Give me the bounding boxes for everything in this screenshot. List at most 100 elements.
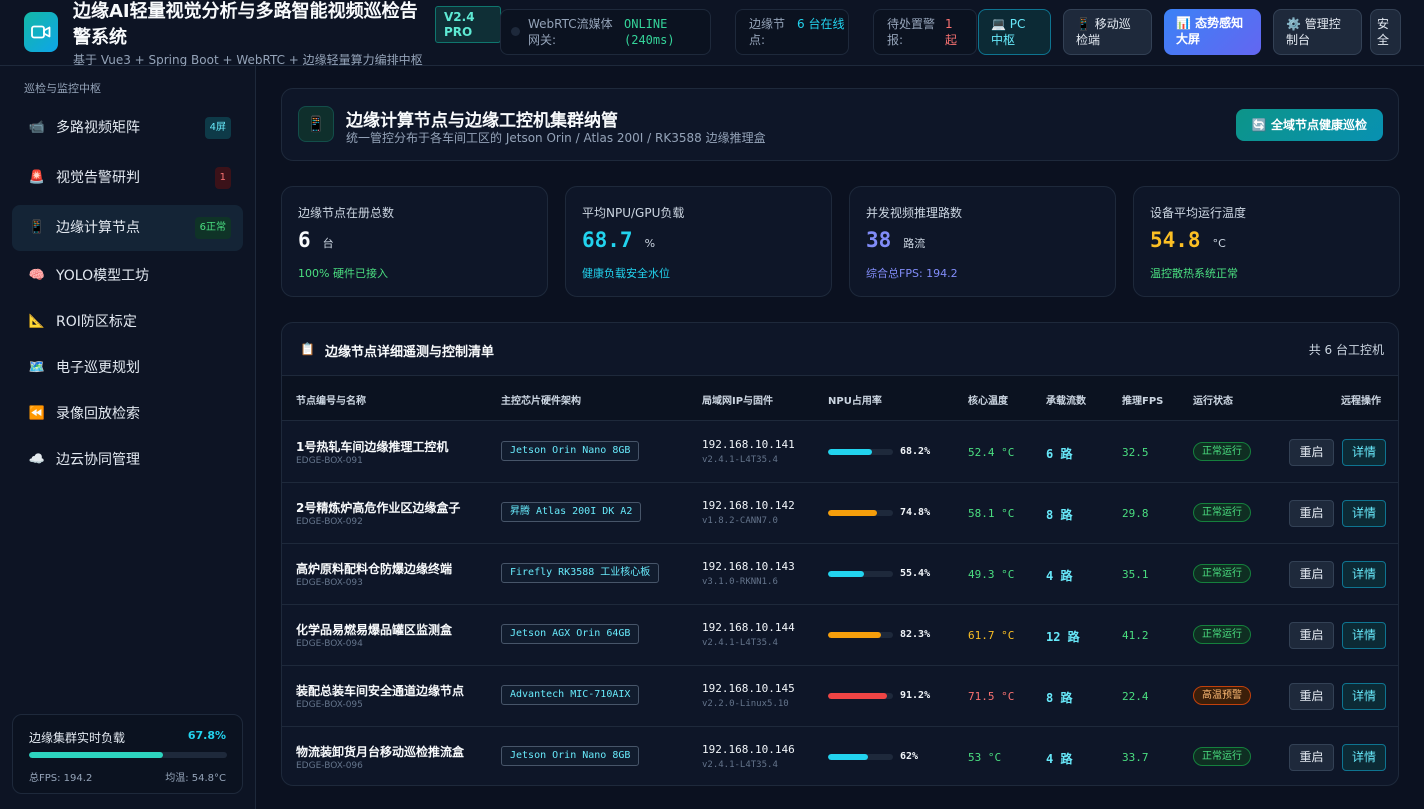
table-row: 物流装卸货月台移动巡检推流盒 EDGE-BOX-096 Jetson Orin Na…: [282, 727, 1398, 785]
node-ip: 192.168.10.146: [702, 743, 795, 756]
sidebar-item-label: YOLO模型工坊: [56, 268, 150, 284]
health-scan-button[interactable]: 🔄 全域节点健康巡检: [1235, 109, 1383, 141]
security-button[interactable]: 安全: [1370, 9, 1401, 55]
table-row: 装配总装车间安全通道边缘节点 EDGE-BOX-095 Advantech MIC-…: [282, 666, 1398, 727]
detail-button[interactable]: 详情: [1342, 683, 1386, 710]
node-firmware: v3.1.0-RKNN1.6: [702, 577, 778, 587]
node-id: EDGE-BOX-091: [296, 456, 363, 466]
chip-badge: Advantech MIC-710AIX: [501, 685, 640, 705]
cluster-load-card: 边缘集群实时负载 67.8% 总FPS: 194.2 均温: 54.8°C: [12, 714, 243, 794]
detail-button[interactable]: 详情: [1342, 561, 1386, 588]
sidebar-item-alarm-review[interactable]: 🚨 视觉告警研判 1: [12, 155, 243, 201]
rewind-icon: ⏪: [28, 406, 46, 421]
sidebar-item-label: ROI防区标定: [56, 314, 137, 330]
sidebar-badge: 6正常: [194, 217, 231, 239]
restart-button[interactable]: 重启: [1289, 500, 1334, 527]
sidebar-item-label: 视觉告警研判: [56, 170, 140, 186]
stream-count: 12 路: [1046, 630, 1080, 644]
sidebar-item-label: 电子巡更规划: [56, 360, 140, 376]
table-row: 2号精炼炉高危作业区边缘盒子 EDGE-BOX-092 昇腾 Atlas 200I …: [282, 483, 1398, 544]
cluster-total-fps: 总FPS: 194.2: [29, 773, 93, 784]
pc-hub-button[interactable]: 💻 PC 中枢: [978, 9, 1051, 55]
node-id: EDGE-BOX-094: [296, 639, 363, 649]
core-temp: 61.7 °C: [968, 629, 1015, 642]
kpi-label: 边缘节点在册总数: [298, 206, 395, 220]
core-temp: 71.5 °C: [968, 690, 1015, 703]
app-logo: [24, 12, 58, 52]
bigscreen-button[interactable]: 📊 态势感知大屏: [1164, 9, 1261, 55]
node-name: 2号精炼炉高危作业区边缘盒子: [296, 501, 461, 515]
sidebar-item-playback[interactable]: ⏪ 录像回放检索: [12, 391, 243, 437]
sidebar-item-edge-cloud[interactable]: ☁️ 边云协同管理: [12, 437, 243, 483]
top-header: 边缘AI轻量视觉分析与多路智能视频巡检告警系统 基于 Vue3 + Spring…: [0, 0, 1424, 67]
restart-button[interactable]: 重启: [1289, 622, 1334, 649]
node-firmware: v1.8.2-CANN7.0: [702, 516, 778, 526]
mobile-inspection-button[interactable]: 📱 移动巡检端: [1063, 9, 1152, 55]
column-header: 运行状态: [1193, 396, 1233, 407]
ruler-triangle-icon: 📐: [28, 314, 46, 329]
kpi-footnote: 100% 硬件已接入: [298, 267, 388, 280]
cctv-icon: 📹: [28, 120, 46, 135]
device-icon: 📱: [298, 106, 334, 142]
npu-usage-bar: [828, 449, 893, 455]
sidebar-item-label: 边云协同管理: [56, 452, 140, 468]
restart-button[interactable]: 重启: [1289, 683, 1334, 710]
sidebar-item-patrol-planning[interactable]: 🗺️ 电子巡更规划: [12, 345, 243, 391]
npu-usage-fill: [828, 754, 869, 760]
status-badge: 正常运行: [1193, 442, 1251, 461]
kpi-card-avg-temp: 设备平均运行温度 54.8 °C 温控散热系统正常: [1133, 186, 1400, 297]
cluster-load-title: 边缘集群实时负载: [29, 731, 126, 745]
kpi-label: 平均NPU/GPU负载: [582, 206, 685, 220]
sidebar-item-yolo-models[interactable]: 🧠 YOLO模型工坊: [12, 253, 243, 299]
npu-usage-value: 91.2%: [900, 690, 931, 701]
detail-button[interactable]: 详情: [1342, 744, 1386, 771]
kpi-label: 并发视频推理路数: [866, 206, 963, 220]
cluster-load-fill: [29, 752, 164, 758]
stream-count: 4 路: [1046, 752, 1073, 766]
npu-usage-fill: [828, 693, 888, 699]
node-id: EDGE-BOX-096: [296, 761, 363, 771]
section-header: 📱 边缘计算节点与边缘工控机集群纳管 统一管控分布于各车间工区的 Jetson …: [281, 88, 1399, 161]
stream-count: 8 路: [1046, 691, 1073, 705]
npu-usage-value: 55.4%: [900, 568, 931, 579]
chip-badge: Jetson AGX Orin 64GB: [501, 624, 640, 644]
admin-console-button[interactable]: ⚙️ 管理控制台: [1273, 9, 1362, 55]
column-header: 推理FPS: [1122, 396, 1164, 407]
column-header: NPU占用率: [828, 396, 882, 407]
restart-button[interactable]: 重启: [1289, 744, 1334, 771]
detail-button[interactable]: 详情: [1342, 622, 1386, 649]
inference-fps: 41.2: [1122, 629, 1149, 642]
kpi-value-wrap: 68.7%: [582, 228, 655, 252]
edge-nodes-status: 边缘节点: 6 台在线: [735, 9, 849, 55]
kpi-footnote: 温控散热系统正常: [1150, 267, 1238, 280]
table-row: 高炉原料配料仓防爆边缘终端 EDGE-BOX-093 Firefly RK3588 …: [282, 544, 1398, 605]
node-id: EDGE-BOX-092: [296, 517, 363, 527]
sidebar-item-label: 边缘计算节点: [56, 220, 140, 236]
sidebar-item-edge-nodes[interactable]: 📱 边缘计算节点 6正常: [12, 205, 243, 251]
node-name: 物流装卸货月台移动巡检推流盒: [296, 745, 465, 759]
kpi-unit: °C: [1212, 237, 1226, 250]
node-ip: 192.168.10.142: [702, 499, 795, 512]
detail-button[interactable]: 详情: [1342, 439, 1386, 466]
inference-fps: 22.4: [1122, 690, 1149, 703]
stream-count: 6 路: [1046, 447, 1073, 461]
npu-usage-value: 62%: [900, 751, 919, 762]
cluster-avg-temp: 均温: 54.8°C: [165, 773, 226, 784]
npu-usage-fill: [828, 510, 877, 516]
inference-fps: 29.8: [1122, 507, 1149, 520]
detail-button[interactable]: 详情: [1342, 500, 1386, 527]
table-row: 化学品易燃易爆品罐区监测盒 EDGE-BOX-094 Jetson AGX Orin…: [282, 605, 1398, 666]
npu-usage-bar: [828, 632, 893, 638]
sidebar-item-roi-calibration[interactable]: 📐 ROI防区标定: [12, 299, 243, 345]
sidebar-item-video-matrix[interactable]: 📹 多路视频矩阵 4屏: [12, 105, 243, 151]
restart-button[interactable]: 重启: [1289, 561, 1334, 588]
kpi-card-npu-load: 平均NPU/GPU负载 68.7% 健康负载安全水位: [565, 186, 832, 297]
column-header: 节点编号与名称: [296, 396, 366, 407]
restart-button[interactable]: 重启: [1289, 439, 1334, 466]
npu-usage-fill: [828, 571, 864, 577]
map-icon: 🗺️: [28, 360, 46, 375]
table-title: 边缘节点详细遥测与控制清单: [325, 345, 495, 360]
table-header: 节点编号与名称 主控芯片硬件架构 局域网IP与固件 NPU占用率 核心温度 承载…: [282, 375, 1398, 421]
column-header: 局域网IP与固件: [702, 396, 774, 407]
status-badge: 正常运行: [1193, 747, 1251, 766]
